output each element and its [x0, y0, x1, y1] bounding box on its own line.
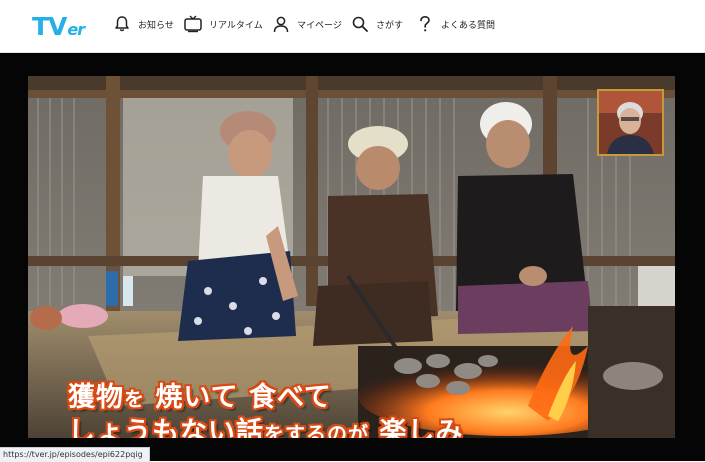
subtitle-text: しょうもない話	[68, 417, 264, 438]
nav-label: さがす	[376, 20, 404, 31]
video-subtitle: 獲物を 焼いて 食べて しょうもない話をするのが 楽しみ	[68, 381, 463, 438]
subtitle-line-1: 獲物を 焼いて 食べて	[68, 381, 463, 416]
logo-sub: er	[67, 20, 85, 39]
subtitle-text: を	[124, 387, 145, 411]
tv-icon	[183, 14, 203, 34]
nav-label: リアルタイム	[209, 20, 263, 31]
nav-label: マイページ	[297, 20, 342, 31]
browser-status-url: https://tver.jp/episodes/epi622pqig	[0, 447, 150, 462]
search-icon	[350, 14, 370, 34]
subtitle-text: を	[264, 422, 285, 438]
user-icon	[271, 14, 291, 34]
logo-main: TV	[32, 12, 67, 41]
nav-realtime[interactable]: リアルタイム	[183, 12, 263, 36]
nav-search[interactable]: さがす	[350, 12, 403, 36]
tver-logo[interactable]: TV er	[32, 11, 85, 41]
bell-icon	[112, 14, 132, 34]
subtitle-text: 焼いて 食べて	[155, 382, 332, 413]
subtitle-text: 楽しみ	[379, 417, 464, 438]
nav-mypage[interactable]: マイページ	[271, 12, 342, 36]
video-frame[interactable]: 獲物を 焼いて 食べて しょうもない話をするのが 楽しみ	[28, 76, 675, 438]
subtitle-text: するのが	[285, 422, 369, 438]
studio-guest-image	[599, 91, 662, 154]
subtitle-text: 獲物	[68, 382, 124, 413]
studio-wipe-inset	[597, 89, 664, 156]
nav-label: よくある質問	[441, 20, 496, 31]
nav-label: お知らせ	[138, 20, 174, 31]
video-player[interactable]: 獲物を 焼いて 食べて しょうもない話をするのが 楽しみ	[0, 53, 705, 461]
subtitle-line-2: しょうもない話をするのが 楽しみ	[68, 416, 463, 438]
nav-faq[interactable]: よくある質問	[415, 12, 495, 36]
nav-notifications[interactable]: お知らせ	[112, 12, 174, 36]
site-header: TV er お知らせ リアルタイム マイページ さがす よくある質問	[0, 0, 705, 53]
question-icon	[415, 14, 435, 34]
